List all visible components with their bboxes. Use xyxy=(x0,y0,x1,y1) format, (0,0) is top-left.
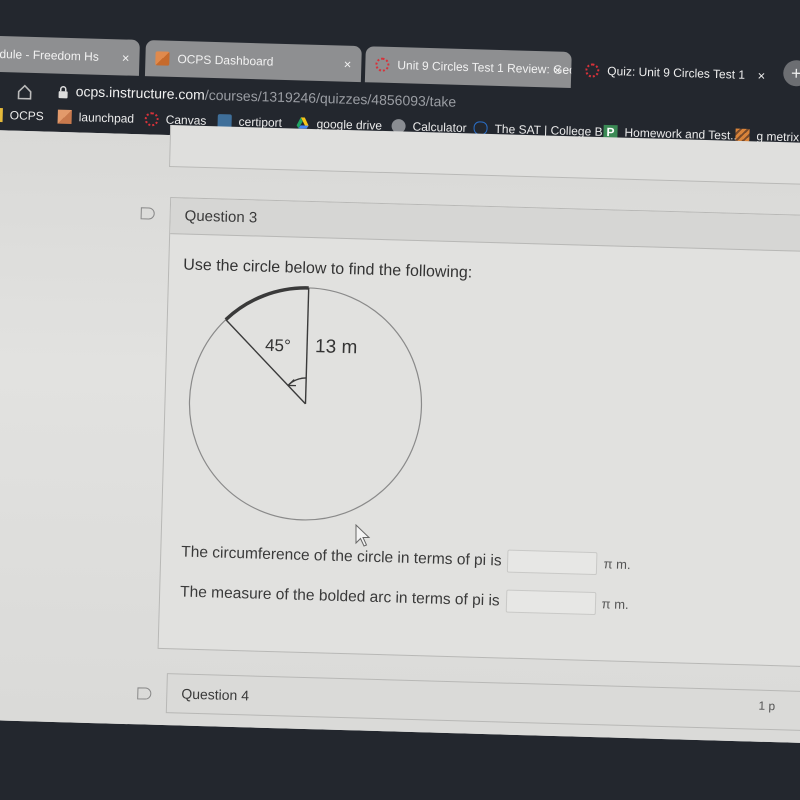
canvas-icon xyxy=(375,57,390,72)
screen: dule - Freedom Hs × OCPS Dashboard × Uni… xyxy=(0,0,800,800)
bookmark-ocps[interactable]: OCPS xyxy=(0,107,44,124)
bolded-arc xyxy=(224,286,309,321)
circumference-label: The circumference of the circle in terms… xyxy=(181,543,502,569)
question-prompt: Use the circle below to find the followi… xyxy=(183,256,473,282)
tab-label: Quiz: Unit 9 Circles Test 1 xyxy=(607,63,746,82)
close-tab-icon[interactable]: × xyxy=(122,50,130,65)
url-host: ocps.instructure.com xyxy=(75,83,206,103)
pi-unit: π m. xyxy=(601,596,629,613)
close-tab-icon[interactable]: × xyxy=(757,68,765,83)
close-tab-icon[interactable]: × xyxy=(553,62,561,77)
home-icon[interactable] xyxy=(15,82,33,100)
radius-label: 13 m xyxy=(315,336,358,358)
folder-icon xyxy=(0,107,3,123)
angle-label: 45° xyxy=(265,336,291,356)
lock-icon xyxy=(58,86,68,99)
question-title: Question 4 xyxy=(181,685,250,704)
mouse-cursor-icon xyxy=(355,524,371,547)
flag-question-icon[interactable] xyxy=(140,207,155,220)
tab-quiz-unit9[interactable]: Quiz: Unit 9 Circles Test 1 × xyxy=(575,52,776,94)
bookmark-label: launchpad xyxy=(78,110,135,126)
bookmark-label: OCPS xyxy=(9,108,44,124)
grid-icon xyxy=(57,109,72,125)
tab-label: dule - Freedom Hs xyxy=(0,46,100,64)
arc-answer-row: The measure of the bolded arc in terms o… xyxy=(180,580,629,616)
radius-line xyxy=(304,287,310,404)
tab-unit9-review[interactable]: Unit 9 Circles Test 1 Review: Geo × xyxy=(364,46,572,88)
tab-label: Unit 9 Circles Test 1 Review: Geo xyxy=(397,58,572,78)
question-3-card: Question 3 Use the circle below to find … xyxy=(140,197,800,668)
circumference-answer-row: The circumference of the circle in terms… xyxy=(181,541,631,577)
bookmark-launchpad[interactable]: launchpad xyxy=(57,109,135,126)
arc-label: The measure of the bolded arc in terms o… xyxy=(179,582,500,609)
canvas-icon xyxy=(585,63,600,78)
quiz-page: Question 3 Use the circle below to find … xyxy=(0,125,800,744)
flag-question-icon[interactable] xyxy=(137,687,152,700)
tab-ocps-dashboard[interactable]: OCPS Dashboard × xyxy=(144,40,362,83)
tab-label: OCPS Dashboard xyxy=(177,51,274,69)
circle-diagram: 45° 13 m xyxy=(188,286,423,521)
canvas-icon xyxy=(144,112,159,127)
ocps-grid-icon xyxy=(155,51,170,66)
arc-length-input[interactable] xyxy=(505,589,596,616)
close-tab-icon[interactable]: × xyxy=(344,56,352,71)
question-title: Question 3 xyxy=(184,207,258,227)
new-tab-button[interactable]: + xyxy=(782,59,800,87)
angle-arc xyxy=(287,377,307,386)
radius-line-angled xyxy=(225,319,306,405)
pi-unit: π m. xyxy=(603,556,631,573)
circumference-input[interactable] xyxy=(507,549,598,576)
question-points: 1 p xyxy=(758,698,776,714)
tab-freedom-hs[interactable]: dule - Freedom Hs × xyxy=(0,35,140,76)
